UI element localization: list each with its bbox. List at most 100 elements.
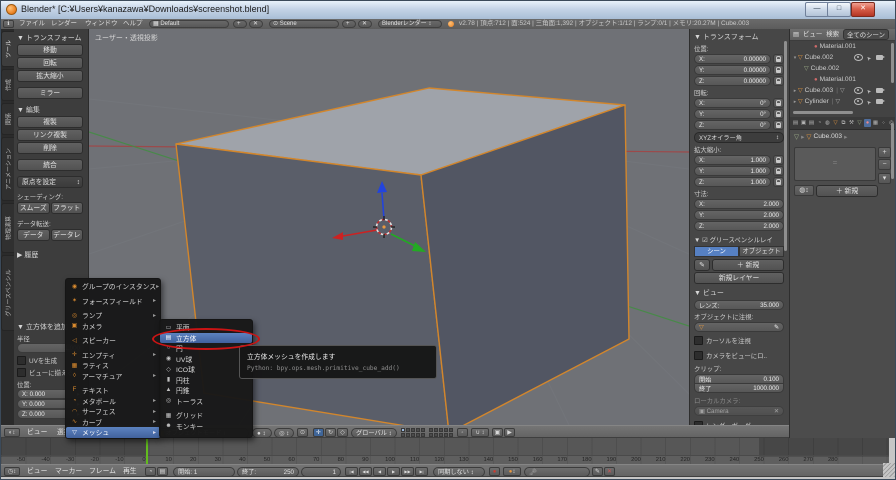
tab-data-icon[interactable]: ▽ xyxy=(856,119,863,127)
visibility-eye-icon[interactable] xyxy=(854,98,863,105)
lock-icon[interactable] xyxy=(773,54,784,64)
keying-set-icon[interactable]: ●↕ xyxy=(503,467,521,476)
eyedropper-icon[interactable]: ✎ xyxy=(774,324,779,331)
local-camera-field[interactable]: ▣ Camera✕ xyxy=(694,406,784,416)
render-engine-selector[interactable]: Blenderレンダー ↕ xyxy=(378,20,442,28)
timeline-play-menu[interactable]: 再生 xyxy=(121,467,139,476)
add-menu-item-metaball[interactable]: ◔メタボール▸ xyxy=(66,396,160,407)
timeline-frame-menu[interactable]: フレーム xyxy=(87,467,118,476)
add-menu-item-camera[interactable]: ▣カメラ xyxy=(66,321,160,332)
breadcrumb-object-name[interactable]: Cube.003 xyxy=(813,133,842,140)
data-transfer-button[interactable]: データ xyxy=(17,229,50,241)
npanel-scrollbar[interactable] xyxy=(784,41,787,251)
menu-render[interactable]: レンダー xyxy=(51,20,77,28)
scene-delete-button[interactable]: ✕ xyxy=(358,20,372,28)
lock-object-field[interactable]: ▽✎ xyxy=(694,322,784,332)
properties-scrollbar[interactable] xyxy=(891,123,894,179)
clear-x-icon[interactable]: ✕ xyxy=(604,467,615,476)
layer-grid[interactable] xyxy=(429,428,453,437)
selectability-cursor-icon[interactable]: ➤ xyxy=(866,98,874,106)
data-layout-button[interactable]: データレ xyxy=(51,229,84,241)
scale-button[interactable]: 拡大縮小 xyxy=(17,70,83,82)
scale-x-field[interactable]: X:1.000 xyxy=(694,155,771,165)
play-reverse-button[interactable]: ◀ xyxy=(373,467,386,476)
add-menu-item-surface[interactable]: ◠サーフェス▸ xyxy=(66,406,160,417)
link-duplicate-button[interactable]: リンク複製 xyxy=(17,129,83,141)
visibility-eye-icon[interactable] xyxy=(854,54,863,61)
add-menu-item-mesh[interactable]: ▽メッシュ▸ xyxy=(66,427,160,438)
slot-add-button[interactable]: + xyxy=(878,147,891,158)
snap-magnet-icon[interactable]: ∪ ↕ xyxy=(471,428,489,437)
clear-x-icon[interactable]: ✕ xyxy=(774,408,779,415)
grease-scene-button[interactable]: シーン xyxy=(694,246,739,257)
menu-file[interactable]: ファイル xyxy=(19,20,45,28)
checkbox-icon[interactable] xyxy=(694,351,703,360)
mesh-item-monkey[interactable]: ☻モンキー xyxy=(160,421,252,432)
panel-edit-header[interactable]: ▼ 編集 xyxy=(17,105,85,115)
npanel-transform-header[interactable]: ▼ トランスフォーム xyxy=(694,32,784,42)
record-button[interactable]: ● xyxy=(489,467,500,476)
panel-transform-header[interactable]: ▼ トランスフォーム xyxy=(17,33,85,43)
tab-render-icon[interactable]: ▣ xyxy=(800,119,807,127)
edit-pencil-icon[interactable]: ✎ xyxy=(592,467,603,476)
timeline-marker-menu[interactable]: マーカー xyxy=(53,467,84,476)
editor-type-icon[interactable]: ℹ xyxy=(3,20,14,28)
selectability-cursor-icon[interactable]: ➤ xyxy=(866,54,874,62)
outliner-vscrollbar[interactable] xyxy=(891,43,894,83)
panel-history-header[interactable]: ▶ 履歴 xyxy=(17,250,85,260)
draw-pencil-icon[interactable]: ✎ xyxy=(694,259,710,271)
outliner-row-cylinder[interactable]: ▸ ▽Cylinder |▽ ➤ xyxy=(790,96,896,107)
checkbox-icon[interactable] xyxy=(17,356,26,365)
keying-folder-icon[interactable]: ▤ xyxy=(157,467,168,476)
add-menu-item-lattice[interactable]: ▦ラティス xyxy=(66,360,160,371)
outliner-editor-icon[interactable]: ▤ xyxy=(793,29,799,40)
grease-source-toggle[interactable]: シーン オブジェクト xyxy=(694,246,784,257)
current-frame-field[interactable]: 1 xyxy=(301,467,341,477)
dim-z-field[interactable]: Z:2.000 xyxy=(694,221,784,231)
menu-help[interactable]: ヘルプ xyxy=(123,20,143,28)
shelf-tab-animation[interactable]: アニメーション xyxy=(1,137,14,201)
render-camera-icon[interactable] xyxy=(876,55,883,60)
editor-type-icon[interactable]: ◐↕ xyxy=(4,428,20,437)
shelf-tab-grease-pencil[interactable]: グリースペンシル xyxy=(1,255,14,331)
material-browse-icon[interactable]: ◍↕ xyxy=(794,185,814,196)
set-origin-dropdown[interactable]: 原点を設定 ↕ xyxy=(17,176,83,188)
shade-flat-button[interactable]: フラット xyxy=(51,202,84,214)
selectability-cursor-icon[interactable]: ➤ xyxy=(866,87,874,95)
mesh-item-cone[interactable]: ▲円錐 xyxy=(160,385,252,396)
layout-delete-button[interactable]: ✕ xyxy=(249,20,263,28)
tab-material-icon[interactable]: ● xyxy=(864,119,871,127)
shelf-tab-physics[interactable]: 物理演算 xyxy=(1,203,14,253)
checkbox-icon[interactable] xyxy=(694,336,703,345)
loc-z-field[interactable]: Z:0.00000 xyxy=(694,76,771,86)
timeline-view-menu[interactable]: ビュー xyxy=(25,467,49,476)
lock-icon[interactable] xyxy=(773,155,784,165)
outliner-hscrollbar[interactable] xyxy=(793,111,853,114)
scene-add-button[interactable]: + xyxy=(342,20,356,28)
layout-add-button[interactable]: + xyxy=(233,20,247,28)
rot-y-field[interactable]: Y:0° xyxy=(694,109,771,119)
lock-icon[interactable] xyxy=(773,166,784,176)
add-menu-item-lamp[interactable]: ◎ランプ▸ xyxy=(66,310,160,321)
outliner-row-material[interactable]: ●Material.001 xyxy=(790,41,896,52)
lock-camera-row[interactable]: カメラをビューにロ.. xyxy=(694,349,784,361)
add-menu-item-speaker[interactable]: ◁スピーカー xyxy=(66,335,160,346)
keying-set-field[interactable]: 🗝 xyxy=(524,467,590,477)
jump-start-button[interactable]: |◀ xyxy=(345,467,358,476)
lens-field[interactable]: レンズ:35.000 xyxy=(694,300,784,310)
grease-object-button[interactable]: オブジェクト xyxy=(739,246,784,257)
join-button[interactable]: 統合 xyxy=(17,159,83,171)
lock-icon[interactable] xyxy=(773,76,784,86)
manipulator-rotate-icon[interactable]: ↻ xyxy=(325,428,336,437)
grease-pencil-header[interactable]: ▼ ☑ グリースペンシルレイ xyxy=(694,235,784,244)
shading-dropdown[interactable]: ● ↕ xyxy=(252,428,272,438)
render-camera-icon[interactable] xyxy=(876,88,883,93)
lock-icon[interactable] xyxy=(773,120,784,130)
resize-grip[interactable] xyxy=(883,463,896,477)
add-menu-item-armature[interactable]: ◊アーマチュア▸ xyxy=(66,371,160,382)
maximize-button[interactable]: □ xyxy=(827,2,851,17)
minimize-button[interactable]: — xyxy=(805,2,829,17)
play-button[interactable]: ▶ xyxy=(387,467,400,476)
tab-modifiers-icon[interactable]: ⚒ xyxy=(848,119,855,127)
render-camera-icon[interactable] xyxy=(876,99,883,104)
